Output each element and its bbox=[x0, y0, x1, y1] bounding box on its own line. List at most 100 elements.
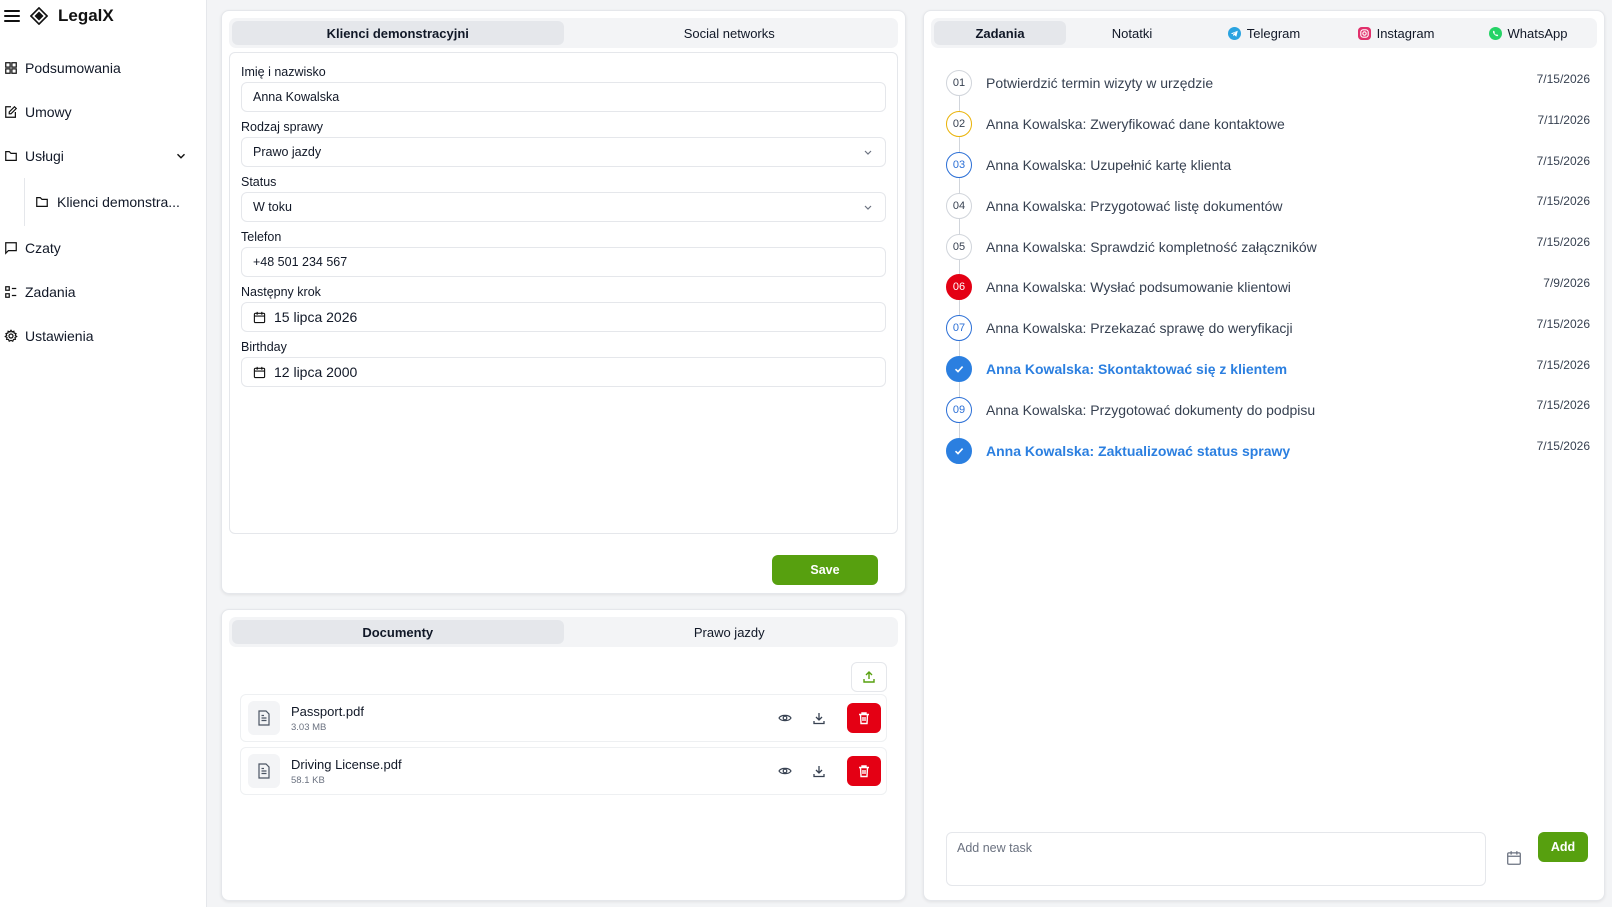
phone-value: +48 501 234 567 bbox=[253, 255, 348, 269]
sidebar-item-ustawienia[interactable]: Ustawienia bbox=[0, 314, 206, 358]
document-name: Passport.pdf bbox=[291, 703, 364, 719]
tab-documenty[interactable]: Documenty bbox=[232, 620, 564, 644]
chevron-down-icon bbox=[864, 150, 872, 155]
calendar-icon[interactable] bbox=[1506, 850, 1522, 866]
eye-icon[interactable] bbox=[775, 761, 795, 781]
document-name: Driving License.pdf bbox=[291, 756, 402, 772]
sidebar-item-podsumowania[interactable]: Podsumowania bbox=[0, 46, 206, 90]
sidebar-item-label: Usługi bbox=[25, 148, 64, 164]
next-step-label: Następny krok bbox=[241, 285, 321, 299]
task-number-badge[interactable]: 03 bbox=[946, 151, 972, 178]
delete-button[interactable] bbox=[847, 703, 881, 733]
app-name: LegalX bbox=[58, 6, 114, 25]
client-form: Imię i nazwisko Anna Kowalska Rodzaj spr… bbox=[229, 52, 898, 534]
document-meta: Driving License.pdf 58.1 KB bbox=[291, 757, 402, 786]
task-number-badge[interactable]: 05 bbox=[946, 233, 972, 260]
document-actions bbox=[775, 703, 881, 733]
case-type-value: Prawo jazdy bbox=[253, 145, 322, 159]
name-field[interactable]: Anna Kowalska bbox=[241, 82, 886, 112]
task-list: 01 Potwierdzić termin wizyty w urzędzie 7/… bbox=[946, 63, 1590, 471]
task-number-badge[interactable]: 02 bbox=[946, 111, 972, 138]
sidebar-item-label: Czaty bbox=[25, 240, 61, 256]
sidebar: LegalX Podsumowania Umowy Usługi Klienci… bbox=[0, 0, 207, 907]
tasks-card: Zadania Notatki Telegram Instagram Whats… bbox=[923, 10, 1605, 901]
chevron-down-icon[interactable] bbox=[174, 149, 188, 163]
sidebar-nav: Podsumowania Umowy Usługi Klienci demons… bbox=[0, 46, 206, 358]
task-date: 7/15/2026 bbox=[1536, 398, 1590, 413]
delete-button[interactable] bbox=[847, 756, 881, 786]
task-text: Anna Kowalska: Uzupełnić kartę klienta bbox=[986, 156, 1232, 173]
tab-whatsapp[interactable]: WhatsApp bbox=[1462, 21, 1594, 45]
add-task-button[interactable]: Add bbox=[1538, 832, 1588, 862]
task-item[interactable]: 09 Anna Kowalska: Przygotować dokumenty d… bbox=[946, 389, 1590, 430]
task-date: 7/15/2026 bbox=[1536, 194, 1590, 209]
tab-prawo-jazdy[interactable]: Prawo jazdy bbox=[564, 620, 896, 644]
tab-label: WhatsApp bbox=[1507, 25, 1568, 41]
document-row: Passport.pdf 3.03 MB bbox=[240, 694, 887, 742]
check-icon[interactable] bbox=[946, 437, 972, 464]
folder-icon bbox=[5, 151, 17, 161]
task-number-badge[interactable]: 09 bbox=[946, 396, 972, 423]
task-text: Anna Kowalska: Przygotować dokumenty do … bbox=[986, 401, 1316, 418]
task-text: Potwierdzić termin wizyty w urzędzie bbox=[986, 75, 1214, 92]
tab-klienci-demonstracyjni[interactable]: Klienci demonstracyjni bbox=[232, 21, 564, 45]
task-date: 7/15/2026 bbox=[1536, 316, 1590, 331]
tab-label: Telegram bbox=[1246, 25, 1301, 41]
upload-button[interactable] bbox=[851, 662, 887, 692]
birthday-date-field[interactable]: 12 lipca 2000 bbox=[241, 357, 886, 387]
task-item[interactable]: Anna Kowalska: Zaktualizować status spra… bbox=[946, 430, 1590, 471]
task-date: 7/15/2026 bbox=[1536, 439, 1590, 454]
task-date: 7/15/2026 bbox=[1536, 153, 1590, 168]
phone-field[interactable]: +48 501 234 567 bbox=[241, 247, 886, 277]
task-item[interactable]: 05 Anna Kowalska: Sprawdzić kompletność z… bbox=[946, 226, 1590, 267]
check-icon[interactable] bbox=[946, 355, 972, 382]
download-icon[interactable] bbox=[809, 761, 829, 781]
file-icon bbox=[248, 754, 280, 788]
download-icon[interactable] bbox=[809, 708, 829, 728]
sidebar-item-czaty[interactable]: Czaty bbox=[0, 226, 206, 270]
menu-icon[interactable] bbox=[4, 10, 20, 22]
task-item[interactable]: 03 Anna Kowalska: Uzupełnić kartę klienta… bbox=[946, 145, 1590, 186]
file-icon bbox=[248, 701, 280, 735]
case-type-select[interactable]: Prawo jazdy bbox=[241, 137, 886, 167]
eye-icon[interactable] bbox=[775, 708, 795, 728]
status-value: W toku bbox=[253, 200, 292, 214]
tab-social-networks[interactable]: Social networks bbox=[564, 21, 896, 45]
task-item[interactable]: Anna Kowalska: Skontaktować się z klient… bbox=[946, 349, 1590, 390]
task-date: 7/15/2026 bbox=[1536, 72, 1590, 86]
task-item[interactable]: 04 Anna Kowalska: Przygotować listę dokum… bbox=[946, 185, 1590, 226]
sidebar-item-label: Ustawienia bbox=[25, 328, 94, 344]
sidebar-item-label: Podsumowania bbox=[25, 60, 121, 76]
task-text: Anna Kowalska: Wysłać podsumowanie klien… bbox=[986, 279, 1291, 296]
task-number-badge[interactable]: 06 bbox=[946, 274, 972, 301]
tab-label: Zadania bbox=[975, 25, 1025, 41]
task-text: Anna Kowalska: Sprawdzić kompletność zał… bbox=[986, 238, 1317, 255]
next-step-date-field[interactable]: 15 lipca 2026 bbox=[241, 302, 886, 332]
task-date: 7/11/2026 bbox=[1537, 112, 1591, 127]
task-number-badge[interactable]: 07 bbox=[946, 315, 972, 342]
task-item[interactable]: 02 Anna Kowalska: Zweryfikować dane konta… bbox=[946, 104, 1590, 145]
new-task-input[interactable]: Add new task bbox=[946, 832, 1486, 886]
task-item[interactable]: 01 Potwierdzić termin wizyty w urzędzie 7/… bbox=[946, 63, 1590, 104]
sidebar-item-klienci[interactable]: Klienci demonstra... bbox=[24, 178, 206, 226]
task-item[interactable]: 06 Anna Kowalska: Wysłać podsumowanie kli… bbox=[946, 267, 1590, 308]
list-icon bbox=[5, 286, 17, 298]
sidebar-item-uslugi[interactable]: Usługi bbox=[0, 134, 206, 178]
task-number-badge[interactable]: 04 bbox=[946, 192, 972, 219]
tab-zadania[interactable]: Zadania bbox=[934, 21, 1066, 45]
tab-instagram[interactable]: Instagram bbox=[1330, 21, 1462, 45]
sidebar-item-zadania[interactable]: Zadania bbox=[0, 270, 206, 314]
edit-document-icon bbox=[5, 105, 18, 118]
client-tabs: Klienci demonstracyjni Social networks bbox=[229, 18, 898, 48]
document-row: Driving License.pdf 58.1 KB bbox=[240, 747, 887, 795]
documents-tabs: Documenty Prawo jazdy bbox=[229, 617, 898, 647]
tab-telegram[interactable]: Telegram bbox=[1198, 21, 1330, 45]
upload-icon bbox=[863, 671, 875, 683]
save-button[interactable]: Save bbox=[772, 555, 878, 585]
status-select[interactable]: W toku bbox=[241, 192, 886, 222]
sidebar-item-umowy[interactable]: Umowy bbox=[0, 90, 206, 134]
task-item[interactable]: 07 Anna Kowalska: Przekazać sprawę do wer… bbox=[946, 308, 1590, 349]
task-number-badge[interactable]: 01 bbox=[946, 70, 972, 97]
name-label: Imię i nazwisko bbox=[241, 65, 326, 79]
tab-notatki[interactable]: Notatki bbox=[1066, 21, 1198, 45]
